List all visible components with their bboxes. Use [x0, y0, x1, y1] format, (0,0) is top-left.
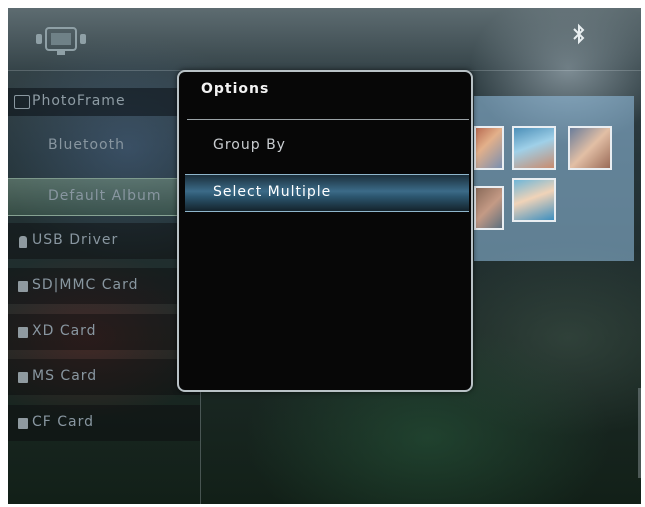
scrollbar[interactable]	[638, 388, 641, 478]
menu-item-select-multiple[interactable]: Select Multiple	[185, 174, 469, 212]
menu-item-group-by[interactable]: Group By	[185, 128, 469, 164]
usb-icon	[19, 236, 27, 248]
top-bar	[8, 8, 641, 70]
sidebar-header-photoframe[interactable]: PhotoFrame	[8, 88, 193, 116]
memory-card-icon	[18, 372, 28, 383]
sidebar: PhotoFrame Bluetooth Default Album USB D…	[8, 88, 200, 504]
sidebar-item-sd-mmc-card[interactable]: SD|MMC Card	[8, 268, 200, 304]
options-dialog: Options Group By Select Multiple	[177, 70, 473, 392]
sidebar-item-usb-driver[interactable]: USB Driver	[8, 223, 200, 259]
photoframe-screen: PhotoFrame Bluetooth Default Album USB D…	[8, 8, 641, 504]
memory-card-icon	[18, 327, 28, 338]
photo-thumbnail[interactable]	[474, 126, 504, 170]
sidebar-item-label: XD Card	[32, 323, 97, 339]
photo-thumbnail[interactable]	[568, 126, 612, 170]
sidebar-item-default-album[interactable]: Default Album	[8, 178, 200, 216]
photo-thumbnail[interactable]	[512, 178, 556, 222]
memory-card-icon	[18, 281, 28, 292]
photo-thumbnail[interactable]	[512, 126, 556, 170]
sidebar-item-bluetooth[interactable]: Bluetooth	[8, 128, 200, 164]
photoframe-icon	[14, 95, 30, 109]
dialog-divider	[187, 119, 469, 120]
sidebar-item-label: CF Card	[32, 414, 95, 430]
sidebar-item-cf-card[interactable]: CF Card	[8, 405, 200, 441]
sidebar-item-label: Bluetooth	[48, 137, 125, 153]
bluetooth-icon	[573, 23, 585, 45]
sidebar-item-label: Default Album	[48, 188, 162, 204]
sidebar-item-label: USB Driver	[32, 232, 119, 248]
memory-card-icon	[18, 418, 28, 429]
sidebar-item-xd-card[interactable]: XD Card	[8, 314, 200, 350]
sidebar-item-label: SD|MMC Card	[32, 277, 139, 293]
thumbnail-grid	[474, 96, 634, 261]
photoframe-device-icon	[36, 27, 86, 55]
sidebar-header-label: PhotoFrame	[32, 93, 126, 109]
menu-item-label: Group By	[213, 137, 286, 153]
photo-thumbnail[interactable]	[474, 186, 504, 230]
sidebar-item-label: MS Card	[32, 368, 98, 384]
menu-item-label: Select Multiple	[213, 184, 332, 200]
dialog-title: Options	[201, 81, 270, 97]
sidebar-item-ms-card[interactable]: MS Card	[8, 359, 200, 395]
